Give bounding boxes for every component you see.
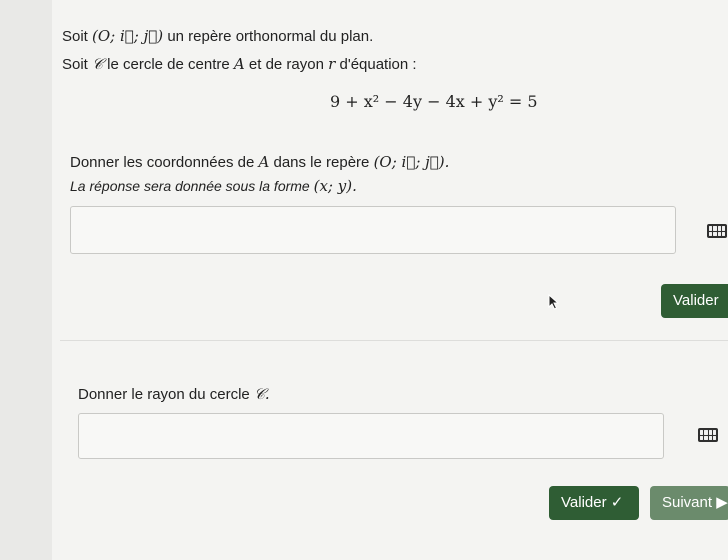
circle-symbol: 𝒞 (92, 55, 103, 73)
section-divider (60, 340, 728, 341)
keyboard-icon[interactable] (707, 224, 727, 238)
q1-hint-prefix: La réponse sera donnée sous la forme (70, 178, 310, 194)
keyboard-icon-2[interactable] (698, 428, 718, 442)
mouse-cursor-icon (548, 294, 560, 310)
q2-prefix: Donner le rayon du cercle (78, 386, 250, 403)
frame-notation: (O; i⃗; j⃗) (92, 27, 164, 45)
intro2-mid: le cercle de centre (107, 56, 230, 73)
intro-line-1: Soit (O; i⃗; j⃗) un repère orthonormal d… (62, 26, 373, 47)
q1-prefix: Donner les coordonnées de (70, 154, 255, 171)
q2-circle-symbol: 𝒞. (253, 385, 270, 403)
question-2-prompt: Donner le rayon du cercle 𝒞. (78, 384, 270, 405)
circle-equation: 9 + x² − 4y − 4x + y² = 5 (330, 92, 538, 111)
q1-frame-notation: (O; i⃗; j⃗). (373, 153, 450, 171)
validate-button-2[interactable]: Valider ✓ (549, 486, 639, 520)
question-1-hint: La réponse sera donnée sous la forme (x;… (70, 176, 357, 196)
validate-button-1[interactable]: Valider (661, 284, 728, 318)
q1-mid: dans le repère (273, 154, 370, 171)
intro2-suffix: d'équation : (339, 56, 417, 73)
intro-prefix: Soit (62, 28, 88, 45)
intro2-mid2: et de rayon (248, 56, 324, 73)
question-1-prompt: Donner les coordonnées de A dans le repè… (70, 152, 449, 173)
answer-input-center[interactable] (70, 206, 676, 254)
next-button[interactable]: Suivant ▶ (650, 486, 728, 520)
intro2-prefix: Soit (62, 56, 88, 73)
q1-center-symbol: A (258, 153, 270, 171)
q1-hint-format: (x; y). (313, 177, 357, 195)
intro-suffix: un repère orthonormal du plan. (167, 28, 374, 45)
radius-symbol: r (328, 55, 336, 73)
center-symbol: A (233, 55, 245, 73)
answer-input-radius[interactable] (78, 413, 664, 459)
intro-line-2: Soit 𝒞 le cercle de centre A et de rayon… (62, 54, 417, 75)
exercise-page (52, 0, 728, 560)
